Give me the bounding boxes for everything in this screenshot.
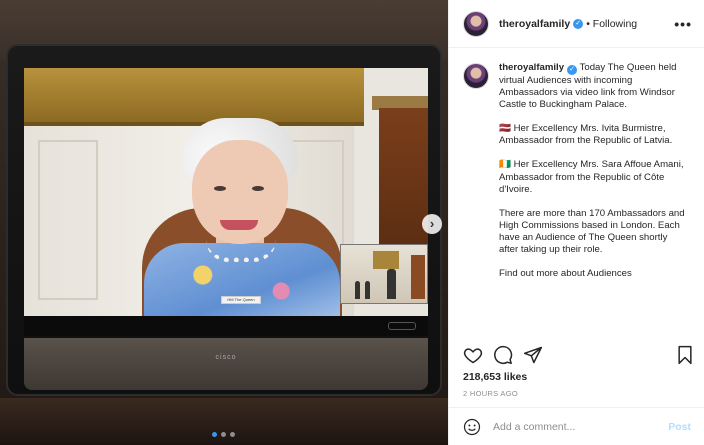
desk-surface — [0, 398, 448, 445]
monitor-chin: cisco — [24, 338, 428, 390]
post-media[interactable]: HM The Queen cisco › — [0, 0, 448, 445]
person-smile — [220, 220, 258, 230]
pip-door — [411, 255, 425, 299]
username-link[interactable]: theroyalfamily — [499, 18, 570, 30]
caption-username-link[interactable]: theroyalfamily — [499, 62, 564, 73]
comment-bubble-icon[interactable] — [493, 345, 513, 365]
like-heart-icon[interactable] — [463, 345, 483, 365]
person-eye — [252, 186, 264, 191]
post-header: theroyalfamily ✓ • Following ••• — [449, 0, 704, 48]
caption-text: theroyalfamily ✓ Today The Queen held vir… — [499, 62, 685, 280]
carousel-next-button[interactable]: › — [422, 214, 442, 234]
post-comment-button[interactable]: Post — [668, 421, 691, 433]
carousel-indicator — [212, 432, 235, 437]
pip-painting — [373, 251, 399, 269]
caption-paragraph: 🇱🇻 Her Excellency Mrs. Ivita Burmistre, … — [499, 123, 673, 147]
post-timestamp[interactable]: 2 HOURS AGO — [463, 389, 518, 398]
caption-paragraph: 🇨🇮 Her Excellency Mrs. Sara Affoue Amani… — [499, 159, 684, 195]
comment-bar: Post — [449, 407, 704, 445]
caption-paragraph: There are more than 170 Ambassadors and … — [499, 207, 685, 256]
caption-paragraph: Find out more about Audiences — [499, 268, 632, 280]
emoji-smiley-icon[interactable] — [463, 418, 481, 436]
screen-control-icon — [388, 322, 416, 330]
nameplate-label: HM The Queen — [221, 296, 261, 304]
likes-count[interactable]: 218,653 likes — [463, 371, 527, 383]
picture-in-picture-video — [340, 244, 428, 304]
more-options-icon[interactable]: ••• — [674, 16, 692, 32]
carousel-dot-active — [212, 432, 217, 437]
screen-control-bar — [24, 316, 428, 336]
post-actions — [463, 344, 695, 366]
pip-person — [365, 281, 370, 299]
monitor-screen: HM The Queen — [24, 68, 428, 316]
wooden-cabinet — [379, 108, 428, 258]
person-eye — [214, 186, 226, 191]
following-label[interactable]: • Following — [586, 18, 637, 30]
avatar[interactable] — [463, 63, 489, 89]
carousel-dot — [230, 432, 235, 437]
avatar[interactable] — [463, 10, 489, 37]
gilded-frame — [24, 68, 364, 126]
pip-person — [387, 269, 396, 299]
verified-badge-icon: ✓ — [567, 65, 578, 75]
save-bookmark-icon[interactable] — [675, 345, 695, 365]
share-paper-plane-icon[interactable] — [523, 345, 543, 365]
brand-logo: cisco — [215, 354, 237, 361]
comment-input[interactable] — [493, 420, 653, 433]
post-panel: theroyalfamily ✓ • Following ••• theroya… — [448, 0, 704, 445]
video-conference-monitor: HM The Queen cisco — [6, 44, 442, 396]
verified-badge-icon: ✓ — [573, 18, 584, 29]
pip-person — [355, 281, 360, 299]
post-caption: theroyalfamily ✓ Today The Queen held vir… — [463, 62, 695, 334]
carousel-dot — [221, 432, 226, 437]
wall-panel — [38, 140, 98, 300]
